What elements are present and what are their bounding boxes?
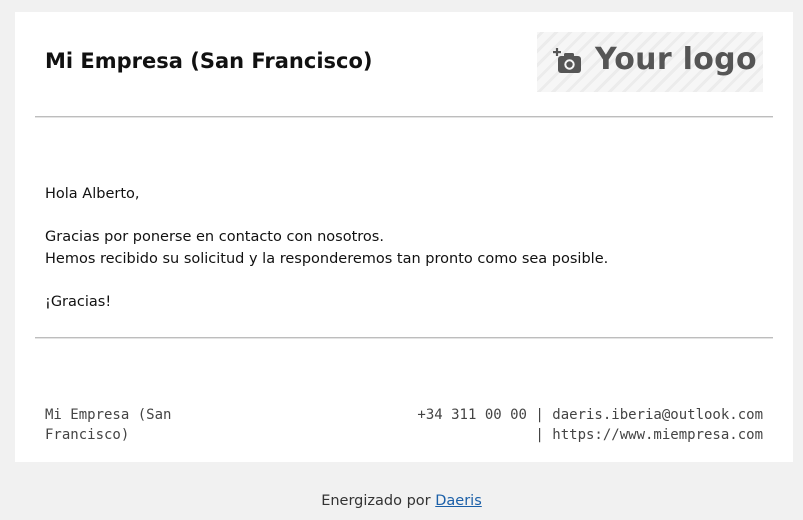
footer-separator: |: [535, 427, 544, 443]
footer-phone: +34 311 00 00: [417, 407, 527, 423]
daeris-link[interactable]: Daeris: [435, 493, 482, 509]
powered-by: Energizado por Daeris: [0, 493, 803, 509]
company-title: Mi Empresa (San Francisco): [45, 49, 373, 73]
logo-placeholder: Your logo: [537, 32, 763, 92]
message-line-1: Gracias por ponerse en contacto con noso…: [45, 229, 384, 245]
logo-text: Your logo: [595, 42, 757, 77]
footer-divider: [35, 337, 773, 339]
closing: ¡Gracias!: [45, 293, 112, 310]
footer-website: https://www.miempresa.com: [552, 427, 763, 443]
add-photo-icon: [553, 48, 581, 73]
message-line-2: Hemos recibido su solicitud y la respond…: [45, 250, 609, 267]
email-header: Mi Empresa (San Francisco) Your logo: [15, 12, 793, 116]
footer-separator: |: [535, 407, 544, 423]
greeting: Hola Alberto,: [45, 186, 140, 202]
message-body: Hola Alberto, Gracias por ponerse en con…: [45, 184, 745, 313]
email-card: Mi Empresa (San Francisco) Your logo Hol…: [15, 12, 793, 462]
footer-contact: +34 311 00 00 | daeris.iberia@outlook.co…: [403, 405, 763, 445]
footer-email: daeris.iberia@outlook.com: [552, 407, 763, 423]
powered-by-prefix: Energizado por: [321, 493, 431, 509]
header-divider: [35, 116, 773, 118]
footer-company-name: Mi Empresa (San Francisco): [45, 407, 172, 443]
